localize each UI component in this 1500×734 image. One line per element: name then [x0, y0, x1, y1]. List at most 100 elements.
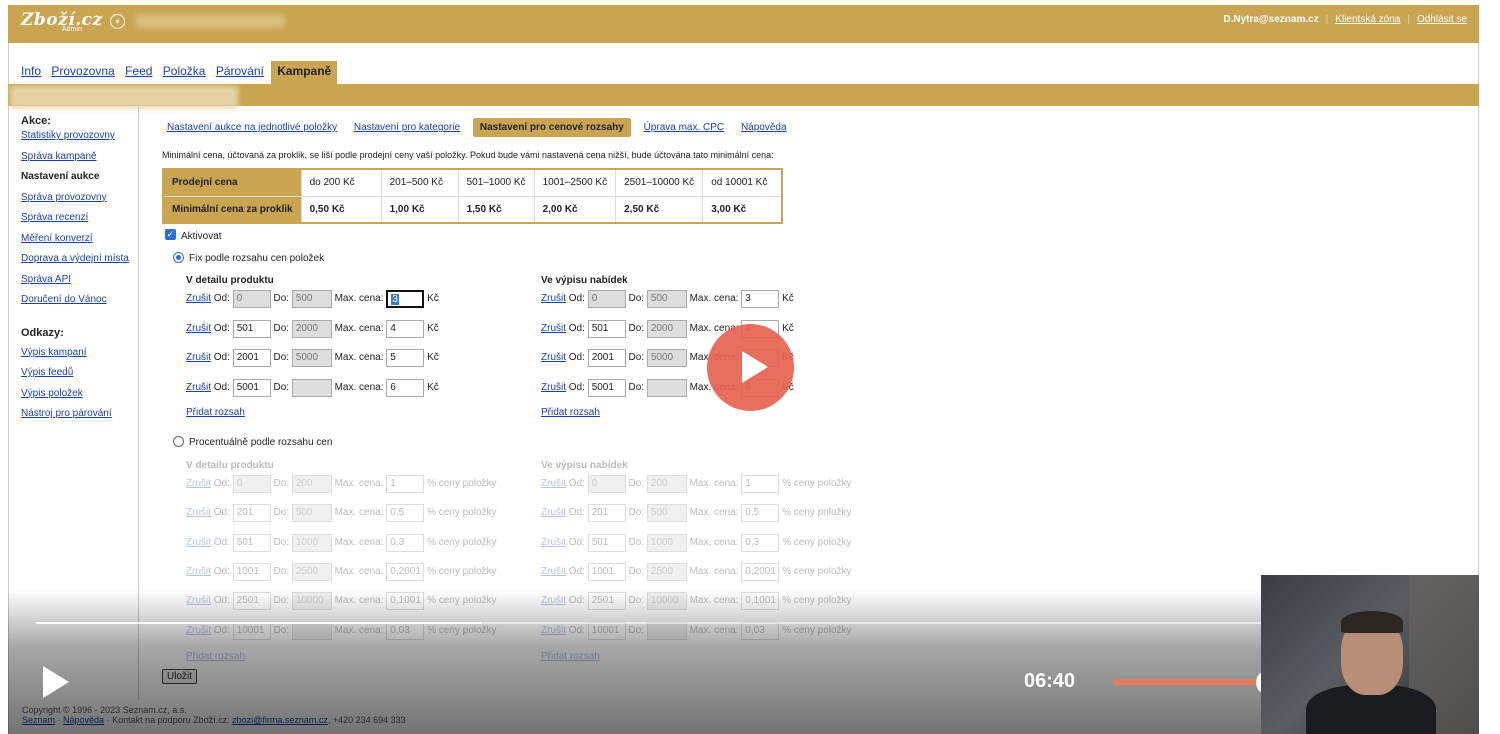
from-field[interactable]: 501	[587, 319, 626, 338]
max-price-field[interactable]: 3	[741, 290, 780, 308]
cancel-link[interactable]: Zrušit	[186, 293, 211, 304]
max-price-field[interactable]: 0,1001	[741, 592, 780, 611]
footer-email[interactable]: zbozi@firma.seznam.cz	[232, 715, 328, 725]
from-field[interactable]: 501	[232, 533, 271, 552]
fix-radio[interactable]	[173, 252, 184, 263]
from-field[interactable]: 2501	[232, 592, 271, 611]
cancel-link[interactable]: Zrušit	[541, 625, 566, 636]
to-field[interactable]: 500	[291, 504, 332, 523]
from-field[interactable]: 501	[587, 533, 626, 552]
cancel-link[interactable]: Zrušit	[186, 323, 211, 334]
to-field[interactable]	[291, 378, 332, 397]
to-field[interactable]: 10000	[291, 592, 332, 611]
add-range-link-disabled[interactable]: Přidat rozsah	[186, 651, 245, 662]
play-icon[interactable]	[41, 664, 71, 700]
to-field[interactable]: 2000	[291, 319, 332, 338]
save-button[interactable]: Uložit	[162, 669, 198, 684]
from-field[interactable]: 0	[587, 475, 626, 493]
chevron-down-icon[interactable]: ▾	[110, 14, 125, 29]
from-field[interactable]: 10001	[587, 621, 626, 640]
cancel-link[interactable]: Zrušit	[186, 382, 211, 393]
logout-link[interactable]: Odhlásit se	[1417, 14, 1467, 25]
add-range-link[interactable]: Přidat rozsah	[186, 407, 245, 418]
cancel-link[interactable]: Zrušit	[186, 595, 211, 606]
from-field[interactable]: 0	[232, 290, 271, 308]
max-price-field[interactable]: 0,2001	[741, 562, 780, 581]
from-field[interactable]: 1001	[587, 562, 626, 581]
max-price-field[interactable]: 1	[741, 475, 780, 493]
to-field[interactable]	[291, 621, 332, 640]
cancel-link[interactable]: Zrušit	[186, 537, 211, 548]
from-field[interactable]: 2001	[587, 349, 626, 367]
from-field[interactable]: 1001	[232, 562, 271, 581]
cancel-link[interactable]: Zrušit	[541, 507, 566, 518]
sidebar-item-reviews[interactable]: Správa recenzí	[21, 208, 139, 229]
max-price-field[interactable]: 0,5	[386, 504, 425, 523]
to-field[interactable]: 5000	[646, 349, 687, 367]
to-field[interactable]: 500	[646, 504, 687, 523]
to-field[interactable]: 10000	[646, 592, 687, 611]
max-price-field[interactable]: 3	[386, 290, 425, 308]
to-field[interactable]: 200	[291, 475, 332, 493]
cancel-link[interactable]: Zrušit	[186, 625, 211, 636]
sidebar-link-campaigns[interactable]: Výpis kampaní	[21, 343, 139, 364]
sidebar-item-christmas[interactable]: Doručení do Vánoc	[21, 290, 139, 311]
from-field[interactable]: 201	[587, 504, 626, 523]
from-field[interactable]: 2501	[587, 592, 626, 611]
cancel-link[interactable]: Zrušit	[541, 478, 566, 489]
tab-feed[interactable]: Feed	[125, 64, 152, 78]
max-price-field[interactable]: 1	[386, 475, 425, 493]
cancel-link[interactable]: Zrušit	[541, 293, 566, 304]
add-range-link[interactable]: Přidat rozsah	[541, 407, 600, 418]
from-field[interactable]: 201	[232, 504, 271, 523]
max-price-field[interactable]: 0,2001	[386, 562, 425, 581]
max-price-field[interactable]: 0,03	[741, 621, 780, 640]
add-range-link-disabled[interactable]: Přidat rozsah	[541, 651, 600, 662]
cancel-link[interactable]: Zrušit	[541, 352, 566, 363]
sidebar-item-shop[interactable]: Správa provozovny	[21, 188, 139, 209]
cancel-link[interactable]: Zrušit	[541, 566, 566, 577]
cancel-link[interactable]: Zrušit	[186, 352, 211, 363]
volume-slider[interactable]	[1113, 679, 1270, 685]
to-field[interactable]: 200	[646, 475, 687, 493]
center-play-icon[interactable]	[707, 324, 794, 411]
sidebar-item-conversions[interactable]: Měření konverzí	[21, 229, 139, 250]
cancel-link[interactable]: Zrušit	[541, 595, 566, 606]
max-price-field[interactable]: 0,1001	[386, 592, 425, 611]
max-price-field[interactable]: 6	[386, 378, 425, 397]
tab-parovani[interactable]: Párování	[216, 64, 264, 78]
sidebar-item-auction[interactable]: Nastavení aukce	[21, 167, 139, 188]
to-field[interactable]: 1000	[646, 533, 687, 552]
to-field[interactable]: 1000	[291, 533, 332, 552]
subtab-price-ranges[interactable]: Nastavení pro cenové rozsahy	[472, 118, 631, 137]
max-price-field[interactable]: 5	[386, 349, 425, 367]
from-field[interactable]: 2001	[232, 349, 271, 367]
to-field[interactable]: 500	[291, 290, 332, 308]
to-field[interactable]: 2500	[291, 562, 332, 581]
sidebar-item-campaign[interactable]: Správa kampaně	[21, 147, 139, 168]
tab-provozovna[interactable]: Provozovna	[51, 64, 114, 78]
sidebar-item-delivery[interactable]: Doprava a výdejní místa	[21, 249, 139, 270]
activate-checkbox[interactable]: ✓	[165, 229, 176, 240]
cancel-link[interactable]: Zrušit	[186, 478, 211, 489]
tab-info[interactable]: Info	[21, 64, 41, 78]
tab-polozka[interactable]: Položka	[163, 64, 206, 78]
to-field[interactable]: 2500	[646, 562, 687, 581]
client-zone-link[interactable]: Klientská zóna	[1335, 14, 1400, 25]
sidebar-link-items[interactable]: Výpis položek	[21, 384, 139, 405]
max-price-field[interactable]: 0,03	[386, 621, 425, 640]
cancel-link[interactable]: Zrušit	[186, 566, 211, 577]
cancel-link[interactable]: Zrušit	[186, 507, 211, 518]
from-field[interactable]: 0	[587, 290, 626, 308]
from-field[interactable]: 0	[232, 475, 271, 493]
to-field[interactable]	[646, 621, 687, 640]
subtab-items[interactable]: Nastavení aukce na jednotlivé položky	[167, 122, 337, 133]
to-field[interactable]	[646, 378, 687, 397]
to-field[interactable]: 500	[646, 290, 687, 308]
subtab-max-cpc[interactable]: Úprava max. CPC	[644, 122, 725, 133]
max-price-field[interactable]: 0,5	[741, 504, 780, 523]
from-field[interactable]: 10001	[232, 621, 271, 640]
sidebar-item-api[interactable]: Správa API	[21, 270, 139, 291]
subtab-help[interactable]: Nápověda	[741, 122, 787, 133]
sidebar-item-stats[interactable]: Statistiky provozovny	[21, 126, 139, 147]
